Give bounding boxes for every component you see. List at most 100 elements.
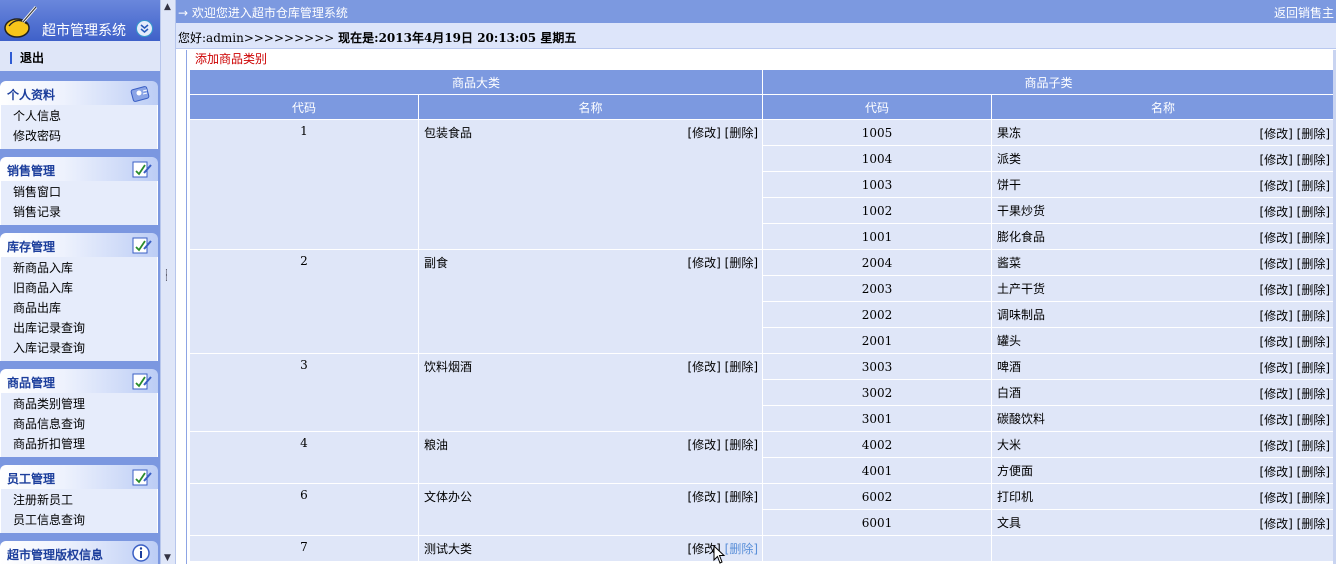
delete-link[interactable]: [删除] [725, 256, 758, 270]
sub-code: 1003 [861, 177, 893, 192]
edit-link[interactable]: [修改] [1259, 387, 1292, 401]
edit-link[interactable]: [修改] [687, 360, 720, 374]
edit-link[interactable]: [修改] [1259, 153, 1292, 167]
delete-link[interactable]: [删除] [725, 490, 758, 504]
row-actions: [修改] [删除] [1259, 203, 1330, 220]
delete-link[interactable]: [删除] [1297, 153, 1330, 167]
menu-item-old-stock-in[interactable]: 旧商品入库 [1, 278, 157, 298]
edit-link[interactable]: [修改] [1259, 491, 1292, 505]
sub-name-cell: 打印机 [修改] [删除] [991, 483, 1336, 510]
current-datetime: 2013年4月19日 20:13:05 星期五 [378, 31, 577, 45]
sub-code: 1004 [861, 151, 893, 166]
sub-name-cell: 派类 [修改] [删除] [991, 145, 1336, 172]
delete-link[interactable]: [删除] [1297, 231, 1330, 245]
delete-link[interactable]: [删除] [725, 126, 758, 140]
edit-link[interactable]: [修改] [1259, 231, 1292, 245]
delete-link[interactable]: [删除] [725, 542, 758, 556]
add-category-link[interactable]: 添加商品类别 [195, 50, 267, 67]
edit-note-icon [132, 373, 152, 390]
edit-link[interactable]: [修改] [1259, 127, 1292, 141]
edit-link[interactable]: [修改] [687, 490, 720, 504]
major-name: 测试大类 [424, 542, 473, 556]
delete-link[interactable]: [删除] [1297, 179, 1330, 193]
delete-link[interactable]: [删除] [1297, 283, 1330, 297]
edit-link[interactable]: [修改] [1259, 361, 1292, 375]
menu-item-product-query[interactable]: 商品信息查询 [1, 414, 157, 434]
greeting-row: 您好:admin>>>>>>>>> 现在是:2013年4月19日 20:13:0… [176, 23, 1336, 49]
menu-item-staff-query[interactable]: 员工信息查询 [1, 510, 157, 530]
edit-link[interactable]: [修改] [1259, 257, 1292, 271]
sub-code-header: 代码 [762, 94, 993, 120]
panel-body: 注册新员工 员工信息查询 [0, 489, 158, 533]
delete-link[interactable]: [删除] [1297, 361, 1330, 375]
major-name-cell: 测试大类 [修改] [删除] [417, 535, 764, 562]
delete-link[interactable]: [删除] [1297, 257, 1330, 271]
delete-link[interactable]: [删除] [1297, 517, 1330, 531]
menu-item-new-stock-in[interactable]: 新商品入库 [1, 258, 157, 278]
panel-header[interactable]: 商品管理 [0, 369, 158, 393]
edit-link[interactable]: [修改] [1259, 309, 1292, 323]
logout-link[interactable]: 退出 [20, 49, 44, 66]
delete-link[interactable]: [删除] [725, 360, 758, 374]
menu-item-stock-out-query[interactable]: 出库记录查询 [1, 318, 157, 338]
edit-link[interactable]: [修改] [1259, 283, 1292, 297]
major-code-header: 代码 [189, 94, 419, 120]
panel-header[interactable]: 销售管理 [0, 157, 158, 181]
delete-link[interactable]: [删除] [1297, 205, 1330, 219]
delete-link[interactable]: [删除] [1297, 413, 1330, 427]
delete-link[interactable]: [删除] [1297, 465, 1330, 479]
edit-note-icon [132, 237, 152, 254]
menu-item-register-staff[interactable]: 注册新员工 [1, 490, 157, 510]
splitter-grip-icon[interactable]: ⁞ ⁞ [165, 269, 168, 284]
delete-link[interactable]: [删除] [1297, 127, 1330, 141]
menu-item-sales-records[interactable]: 销售记录 [1, 202, 157, 222]
collapse-button[interactable] [136, 20, 153, 37]
menu-item-stock-in-query[interactable]: 入库记录查询 [1, 338, 157, 358]
table-row: 1 包装食品 [修改] [删除] 1005 果冻 [修改] [删除] [189, 119, 1336, 250]
delete-link[interactable]: [删除] [1297, 309, 1330, 323]
sub-name-cell: 饼干 [修改] [删除] [991, 171, 1336, 198]
panel-header[interactable]: 超市管理版权信息 [0, 541, 158, 564]
edit-link[interactable]: [修改] [1259, 179, 1292, 193]
frame-splitter[interactable]: ▲ ⁞ ⁞ ▼ [160, 0, 176, 564]
edit-link[interactable]: [修改] [1259, 335, 1292, 349]
edit-link[interactable]: [修改] [687, 438, 720, 452]
sub-code-cell: 6002 [762, 483, 993, 510]
delete-link[interactable]: [删除] [1297, 491, 1330, 505]
edit-link[interactable]: [修改] [1259, 439, 1292, 453]
sub-name: 白酒 [997, 386, 1022, 400]
sub-code-cell: 4001 [762, 457, 993, 484]
sub-code: 3001 [861, 411, 893, 426]
edit-link[interactable]: [修改] [1259, 517, 1292, 531]
major-name-cell: 粮油 [修改] [删除] [417, 431, 764, 484]
panel-header[interactable]: 库存管理 [0, 233, 158, 257]
sub-name: 碳酸饮料 [997, 412, 1046, 426]
menu-item-category-management[interactable]: 商品类别管理 [1, 394, 157, 414]
scroll-down-arrow-icon[interactable]: ▼ [164, 553, 171, 563]
panel-header[interactable]: 员工管理 [0, 465, 158, 489]
edit-link[interactable]: [修改] [1259, 465, 1292, 479]
major-code: 4 [300, 436, 308, 450]
panel-title: 库存管理 [7, 240, 56, 254]
delete-link[interactable]: [删除] [1297, 387, 1330, 401]
edit-link[interactable]: [修改] [687, 256, 720, 270]
menu-item-personal-info[interactable]: 个人信息 [1, 106, 157, 126]
delete-link[interactable]: [删除] [1297, 439, 1330, 453]
panel-personal: 个人资料 个人信息 修改密码 [0, 81, 158, 149]
menu-item-discount-management[interactable]: 商品折扣管理 [1, 434, 157, 454]
edit-link[interactable]: [修改] [1259, 413, 1292, 427]
delete-link[interactable]: [删除] [1297, 335, 1330, 349]
sub-code-cell: 1003 [762, 171, 993, 198]
panel-header[interactable]: 个人资料 [0, 81, 158, 105]
major-name-cell: 包装食品 [修改] [删除] [417, 119, 764, 250]
major-code-cell: 4 [189, 431, 419, 484]
major-code-cell: 2 [189, 249, 419, 354]
menu-item-stock-out[interactable]: 商品出库 [1, 298, 157, 318]
delete-link[interactable]: [删除] [725, 438, 758, 452]
edit-link[interactable]: [修改] [687, 126, 720, 140]
edit-link[interactable]: [修改] [1259, 205, 1292, 219]
scroll-up-arrow-icon[interactable]: ▲ [164, 2, 171, 12]
back-to-sales-link[interactable]: 返回销售主 [1274, 4, 1334, 21]
menu-item-change-password[interactable]: 修改密码 [1, 126, 157, 146]
menu-item-sales-window[interactable]: 销售窗口 [1, 182, 157, 202]
